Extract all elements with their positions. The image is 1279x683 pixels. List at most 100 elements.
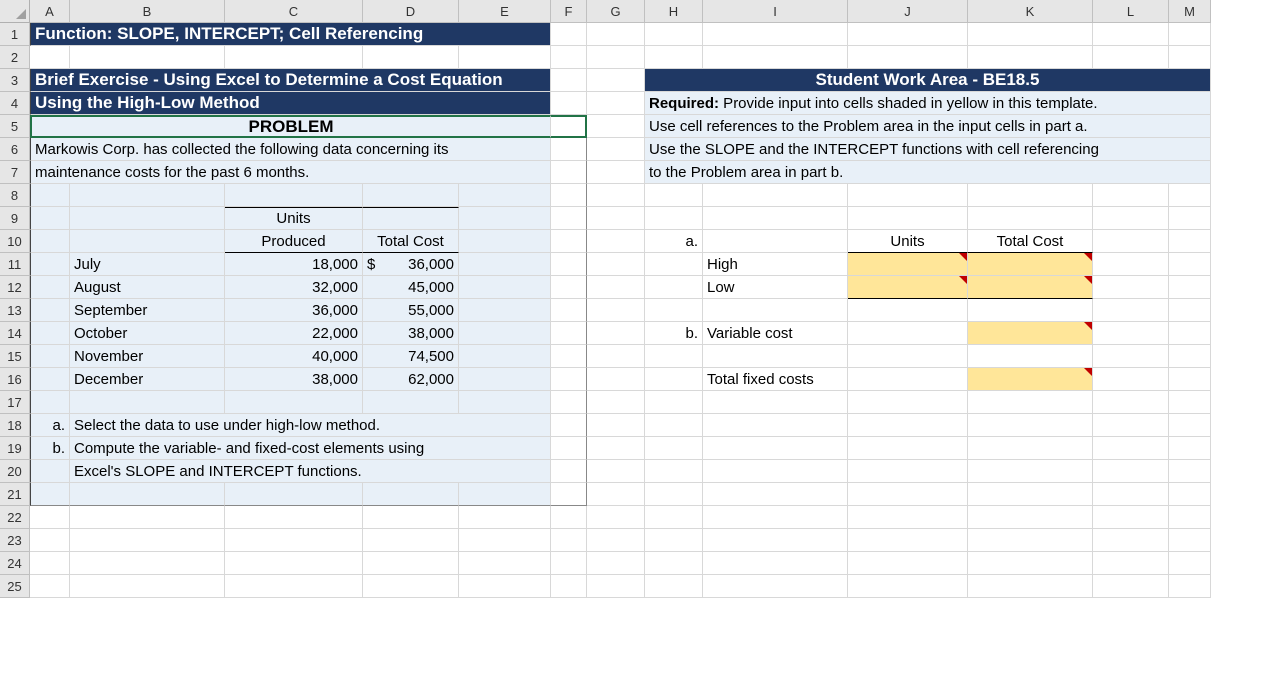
cell[interactable] [1093, 391, 1169, 414]
row-header-19[interactable]: 19 [0, 437, 30, 460]
cell[interactable] [848, 414, 968, 437]
cell[interactable] [1169, 322, 1211, 345]
cell[interactable] [459, 299, 551, 322]
cell[interactable] [70, 483, 225, 506]
cell[interactable] [30, 276, 70, 299]
cell[interactable] [30, 322, 70, 345]
cell[interactable] [363, 575, 459, 598]
row-header-21[interactable]: 21 [0, 483, 30, 506]
row-header-2[interactable]: 2 [0, 46, 30, 69]
cell[interactable] [1169, 391, 1211, 414]
row-header-25[interactable]: 25 [0, 575, 30, 598]
col-header-C[interactable]: C [225, 0, 363, 23]
col-header-D[interactable]: D [363, 0, 459, 23]
cell[interactable] [459, 184, 551, 207]
cell[interactable] [459, 230, 551, 253]
cell[interactable] [225, 483, 363, 506]
row-header-4[interactable]: 4 [0, 92, 30, 115]
cell[interactable] [551, 460, 587, 483]
cell[interactable] [703, 345, 848, 368]
cell[interactable] [968, 207, 1093, 230]
cell[interactable] [703, 299, 848, 322]
cell[interactable] [30, 529, 70, 552]
cell[interactable] [968, 391, 1093, 414]
cell[interactable] [587, 322, 645, 345]
row-header-7[interactable]: 7 [0, 161, 30, 184]
col-header-L[interactable]: L [1093, 0, 1169, 23]
cell[interactable] [968, 46, 1093, 69]
cell[interactable] [70, 552, 225, 575]
cell[interactable] [587, 391, 645, 414]
cell[interactable] [968, 23, 1093, 46]
row-header-1[interactable]: 1 [0, 23, 30, 46]
cell[interactable] [459, 575, 551, 598]
cell[interactable] [645, 529, 703, 552]
cell[interactable] [30, 253, 70, 276]
cell[interactable] [703, 391, 848, 414]
col-header-G[interactable]: G [587, 0, 645, 23]
cell[interactable] [645, 575, 703, 598]
cell[interactable] [848, 299, 968, 322]
row-header-22[interactable]: 22 [0, 506, 30, 529]
cell[interactable] [225, 575, 363, 598]
cell[interactable] [363, 184, 459, 207]
cell[interactable] [459, 322, 551, 345]
cell[interactable] [551, 552, 587, 575]
cell[interactable] [848, 184, 968, 207]
cell[interactable] [1169, 460, 1211, 483]
cell[interactable] [703, 46, 848, 69]
cell[interactable] [645, 345, 703, 368]
cell[interactable] [1093, 460, 1169, 483]
cell[interactable] [1093, 483, 1169, 506]
cell[interactable] [848, 552, 968, 575]
cell[interactable] [1093, 529, 1169, 552]
cell[interactable] [70, 46, 225, 69]
cell[interactable] [363, 552, 459, 575]
row-header-20[interactable]: 20 [0, 460, 30, 483]
cell[interactable] [587, 368, 645, 391]
cell[interactable] [587, 345, 645, 368]
cell[interactable] [848, 391, 968, 414]
cell[interactable] [848, 23, 968, 46]
row-header-17[interactable]: 17 [0, 391, 30, 414]
cell[interactable] [968, 299, 1093, 322]
cell[interactable] [30, 575, 70, 598]
cell[interactable] [30, 230, 70, 253]
cell[interactable] [645, 253, 703, 276]
cell[interactable] [225, 184, 363, 207]
row-header-24[interactable]: 24 [0, 552, 30, 575]
cell[interactable] [587, 276, 645, 299]
cell[interactable] [70, 207, 225, 230]
cell[interactable] [968, 460, 1093, 483]
col-header-F[interactable]: F [551, 0, 587, 23]
cell[interactable] [968, 345, 1093, 368]
cell[interactable] [968, 414, 1093, 437]
cell[interactable] [848, 483, 968, 506]
cell[interactable] [1093, 437, 1169, 460]
cell[interactable] [30, 391, 70, 414]
cell[interactable] [848, 575, 968, 598]
cell[interactable] [848, 529, 968, 552]
cell[interactable] [848, 207, 968, 230]
row-header-5[interactable]: 5 [0, 115, 30, 138]
cell[interactable] [363, 207, 459, 230]
col-header-J[interactable]: J [848, 0, 968, 23]
cell[interactable] [587, 92, 645, 115]
cell[interactable] [1169, 276, 1211, 299]
cell[interactable] [551, 207, 587, 230]
cell[interactable] [848, 322, 968, 345]
cell[interactable] [645, 552, 703, 575]
cell[interactable] [968, 184, 1093, 207]
cell[interactable] [225, 529, 363, 552]
cell[interactable] [587, 46, 645, 69]
cell[interactable] [968, 529, 1093, 552]
cell[interactable] [551, 368, 587, 391]
cell[interactable] [30, 184, 70, 207]
cell[interactable] [587, 207, 645, 230]
cell[interactable] [459, 529, 551, 552]
row-header-3[interactable]: 3 [0, 69, 30, 92]
spreadsheet-grid[interactable]: A B C D E F G H I J K L M 1 Function: SL… [0, 0, 1279, 598]
cell[interactable] [968, 483, 1093, 506]
cell[interactable] [1093, 253, 1169, 276]
cell[interactable] [459, 368, 551, 391]
